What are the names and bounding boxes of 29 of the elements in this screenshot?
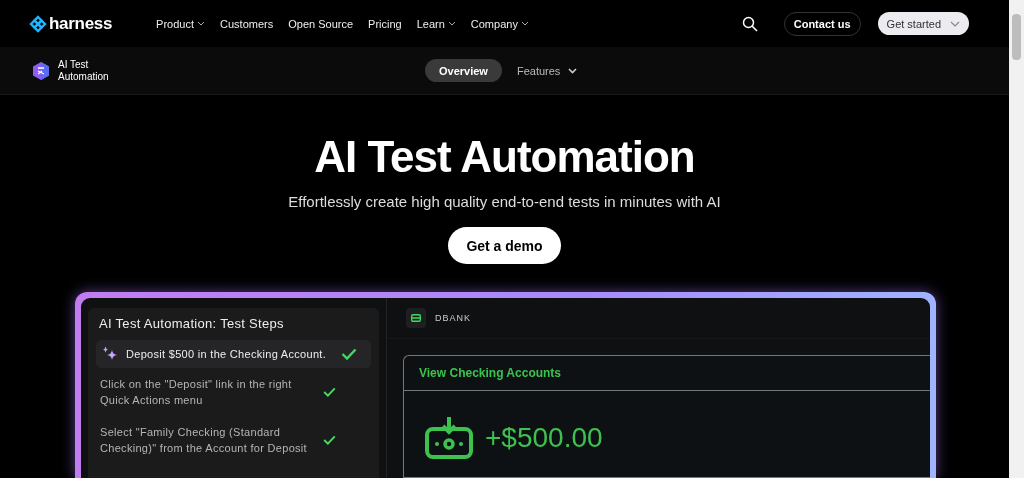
nav-link[interactable]: Open Source — [288, 17, 354, 30]
logo-icon — [29, 14, 47, 33]
deposit-icon — [425, 417, 473, 459]
get-started-button[interactable]: Get started — [877, 12, 969, 35]
step-text: Deposit $500 in the Checking Account. — [126, 347, 328, 362]
card-icon — [406, 308, 426, 328]
nav-link[interactable]: Company — [470, 17, 529, 30]
amount-text: +$500.00 — [485, 422, 603, 454]
contact-button[interactable]: Contact us — [783, 11, 861, 36]
caret-icon — [950, 20, 960, 27]
hero-title: AI Test Automation — [314, 131, 695, 183]
nav-link[interactable]: Customers — [220, 17, 274, 30]
scrollbar[interactable] — [1009, 0, 1024, 478]
demo-button[interactable]: Get a demo — [448, 227, 561, 264]
nav-link[interactable]: Pricing — [368, 17, 402, 30]
search-icon[interactable] — [741, 15, 758, 32]
step-text: Select "Family Checking (Standard Checking)" from the Account for Deposit — [100, 425, 308, 456]
card-title: View Checking Accounts — [404, 356, 930, 391]
steps-title: AI Test Automation: Test Steps — [98, 316, 285, 333]
hero-subtitle: Effortlessly create high quality end-to-end tests in minutes with AI — [288, 193, 721, 210]
brand-name[interactable]: harness — [49, 13, 113, 34]
nav-link[interactable]: Product — [156, 17, 206, 30]
nav-link[interactable]: Learn — [416, 17, 456, 30]
step-text: Click on the "Deposit" link in the right Quick Actions menu — [100, 377, 293, 408]
product-icon — [32, 60, 50, 81]
nav-tab[interactable]: Overview — [425, 59, 502, 82]
product-name[interactable]: AI Test Automation — [58, 58, 128, 83]
app-name: DBANK — [435, 313, 471, 323]
nav-tab[interactable]: Features — [507, 59, 587, 82]
